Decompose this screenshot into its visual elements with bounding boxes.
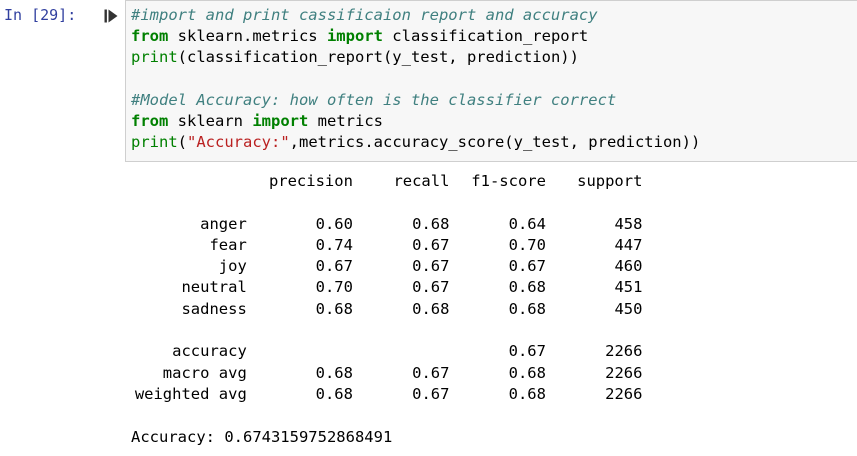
report-cell-support: 460 [614, 257, 643, 276]
input-prompt: In [29]: [4, 6, 77, 24]
code-text: sklearn [168, 111, 253, 130]
code-editor[interactable]: #import and print cassificaion report an… [131, 5, 700, 153]
report-header-row: precision recall f1-score support [131, 171, 643, 192]
report-row: neutral 0.70 0.67 0.68 451 [131, 277, 642, 298]
code-text: classification_report [382, 27, 589, 46]
code-comment: #Model Accuracy: how often is the classi… [131, 90, 617, 109]
code-builtin: print [131, 133, 178, 152]
report-row: sadness 0.68 0.68 0.68 450 [131, 299, 642, 320]
code-keyword: import [326, 27, 383, 46]
code-text: (classification_report(y_test, predictio… [177, 48, 579, 67]
report-row: anger 0.60 0.68 0.64 458 [131, 214, 642, 235]
code-text: metrics [308, 111, 383, 130]
report-cell-support: 2266 [605, 342, 643, 361]
code-keyword: from [131, 27, 169, 46]
code-keyword: from [131, 111, 169, 130]
code-line: from sklearn.metrics import classificati… [131, 26, 700, 47]
report-cell-support: support [577, 172, 643, 190]
report-row: fear 0.74 0.67 0.70 447 [131, 235, 642, 256]
code-line: print(classification_report(y_test, pred… [131, 47, 700, 68]
report-cell-support: 2266 [605, 363, 643, 382]
report-cell-support: 447 [614, 235, 643, 254]
code-comment: #import and print cassificaion report an… [131, 6, 598, 24]
report-summary-row: accuracy 0.67 2266 [131, 341, 642, 362]
report-summary-row: macro avg 0.68 0.67 0.68 2266 [131, 363, 643, 384]
code-string: "Accuracy:" [187, 133, 290, 152]
code-text: ,metrics.accuracy_score(y_test, predicti… [289, 133, 701, 152]
report-cell-support: 458 [614, 214, 643, 233]
cell-output: precision recall f1-score support anger 0.60 0… [131, 171, 643, 448]
report-cell-support: 451 [614, 278, 643, 297]
report-summary-row: weighted avg 0.68 0.67 0.68 2266 [131, 384, 643, 405]
code-line: #Model Accuracy: how often is the classi… [131, 90, 700, 111]
code-keyword: import [252, 111, 309, 130]
code-line: print("Accuracy:",metrics.accuracy_score… [131, 132, 700, 153]
accuracy-output-line: Accuracy: 0.6743159752868491 [131, 427, 393, 446]
code-input-area[interactable]: #import and print cassificaion report an… [125, 0, 857, 162]
report-cell-support: 2266 [605, 384, 643, 403]
report-cell-support: 450 [614, 299, 643, 318]
code-text: sklearn.metrics [168, 27, 327, 46]
run-cell-icon[interactable] [104, 9, 118, 23]
report-row: joy 0.67 0.67 0.67 460 [131, 256, 643, 277]
code-builtin: print [131, 48, 178, 67]
code-line: from sklearn import metrics [131, 111, 700, 132]
code-text: ( [177, 133, 188, 152]
code-line: #import and print cassificaion report an… [131, 5, 700, 26]
